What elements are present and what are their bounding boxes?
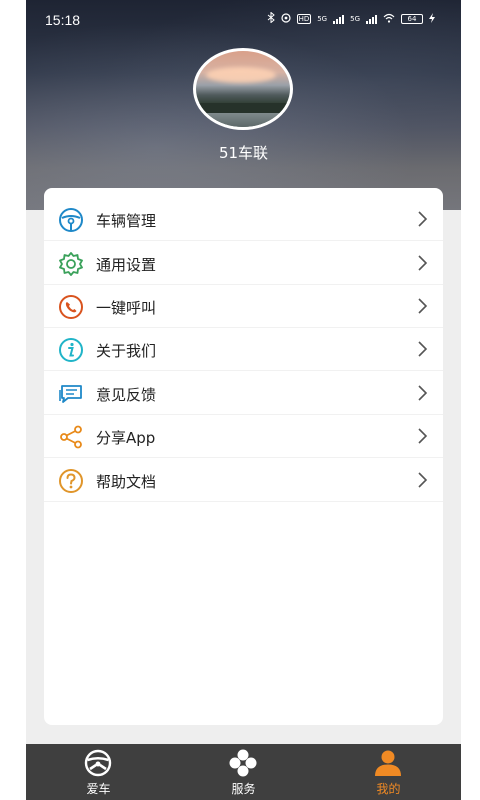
network-label-2: 5G — [350, 15, 360, 23]
signal-icon-1 — [333, 14, 345, 24]
status-time: 15:18 — [45, 12, 81, 28]
gear-icon — [58, 251, 84, 277]
tab-label: 服务 — [231, 782, 256, 796]
menu-item-about-us[interactable]: 关于我们 — [44, 328, 443, 371]
status-icons: HD 5G 5G 64 — [267, 11, 435, 26]
avatar[interactable] — [193, 48, 293, 130]
menu-card: 车辆管理 通用设置 一键呼叫 关于我们 意见反馈 分享App 帮助文档 — [44, 188, 443, 725]
menu-item-feedback[interactable]: 意见反馈 — [44, 372, 443, 415]
menu-item-one-key-call[interactable]: 一键呼叫 — [44, 285, 443, 328]
tab-label: 我的 — [376, 782, 401, 796]
tab-services[interactable]: 服务 — [171, 744, 316, 800]
help-icon — [58, 468, 84, 494]
app-frame: 15:18 HD 5G 5G 64 51车联 车辆管理 通用设置 一键呼叫 关于… — [26, 0, 461, 800]
menu-item-help-docs[interactable]: 帮助文档 — [44, 459, 443, 502]
chevron-right-icon — [415, 384, 429, 402]
tab-label: 爱车 — [86, 782, 111, 796]
menu-item-vehicle-management[interactable]: 车辆管理 — [44, 198, 443, 241]
hd-badge: HD — [296, 14, 312, 24]
username: 51车联 — [218, 144, 269, 162]
network-label-1: 5G — [317, 15, 328, 23]
wifi-icon — [383, 13, 395, 26]
steering-wheel-icon — [58, 207, 84, 233]
battery-icon: 64 — [401, 14, 423, 24]
menu-item-label: 关于我们 — [96, 342, 157, 360]
person-icon — [373, 749, 403, 777]
charging-icon — [429, 12, 435, 26]
chevron-right-icon — [415, 471, 429, 489]
bluetooth-icon — [267, 11, 275, 26]
status-bar: 15:18 HD 5G 5G 64 — [26, 0, 461, 40]
tab-my-car[interactable]: 爱车 — [26, 744, 171, 800]
signal-icon-2 — [366, 14, 377, 24]
share-icon — [58, 424, 84, 450]
bottom-tab-bar: 爱车 服务 我的 — [26, 744, 461, 800]
info-icon — [58, 337, 84, 363]
chevron-right-icon — [415, 340, 429, 358]
menu-item-share-app[interactable]: 分享App — [44, 415, 443, 458]
menu-item-label: 车辆管理 — [96, 212, 157, 230]
chevron-right-icon — [415, 427, 429, 445]
menu-item-label: 帮助文档 — [96, 473, 157, 491]
feedback-icon — [58, 381, 84, 407]
chevron-right-icon — [415, 297, 429, 315]
menu-item-label: 一键呼叫 — [96, 299, 157, 317]
menu-item-general-settings[interactable]: 通用设置 — [44, 242, 443, 285]
phone-icon — [58, 294, 84, 320]
menu-item-label: 通用设置 — [96, 256, 157, 274]
clover-icon — [228, 749, 258, 777]
tab-mine[interactable]: 我的 — [316, 744, 461, 800]
menu-item-label: 意见反馈 — [96, 386, 157, 404]
chevron-right-icon — [415, 254, 429, 272]
menu-item-label: 分享App — [96, 429, 156, 447]
location-icon — [280, 12, 291, 26]
chevron-right-icon — [415, 210, 429, 228]
steering-wheel-icon — [83, 749, 113, 777]
